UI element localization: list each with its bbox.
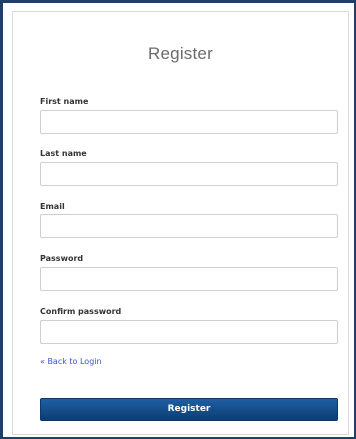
first-name-field[interactable] <box>40 110 338 134</box>
page-title: Register <box>148 44 213 63</box>
first-name-label: First name <box>40 97 89 106</box>
confirm-password-label: Confirm password <box>40 307 122 316</box>
last-name-field[interactable] <box>40 162 338 186</box>
password-field[interactable] <box>40 267 338 291</box>
last-name-label: Last name <box>40 149 87 158</box>
back-to-login-link[interactable]: « Back to Login <box>40 357 102 366</box>
email-label: Email <box>40 202 65 211</box>
confirm-password-field[interactable] <box>40 320 338 344</box>
register-button[interactable]: Register <box>40 398 338 421</box>
email-field[interactable] <box>40 214 338 238</box>
register-form: Register First name Last name Email Pass… <box>12 11 349 435</box>
register-window: Register First name Last name Email Pass… <box>0 0 356 439</box>
password-label: Password <box>40 254 84 263</box>
